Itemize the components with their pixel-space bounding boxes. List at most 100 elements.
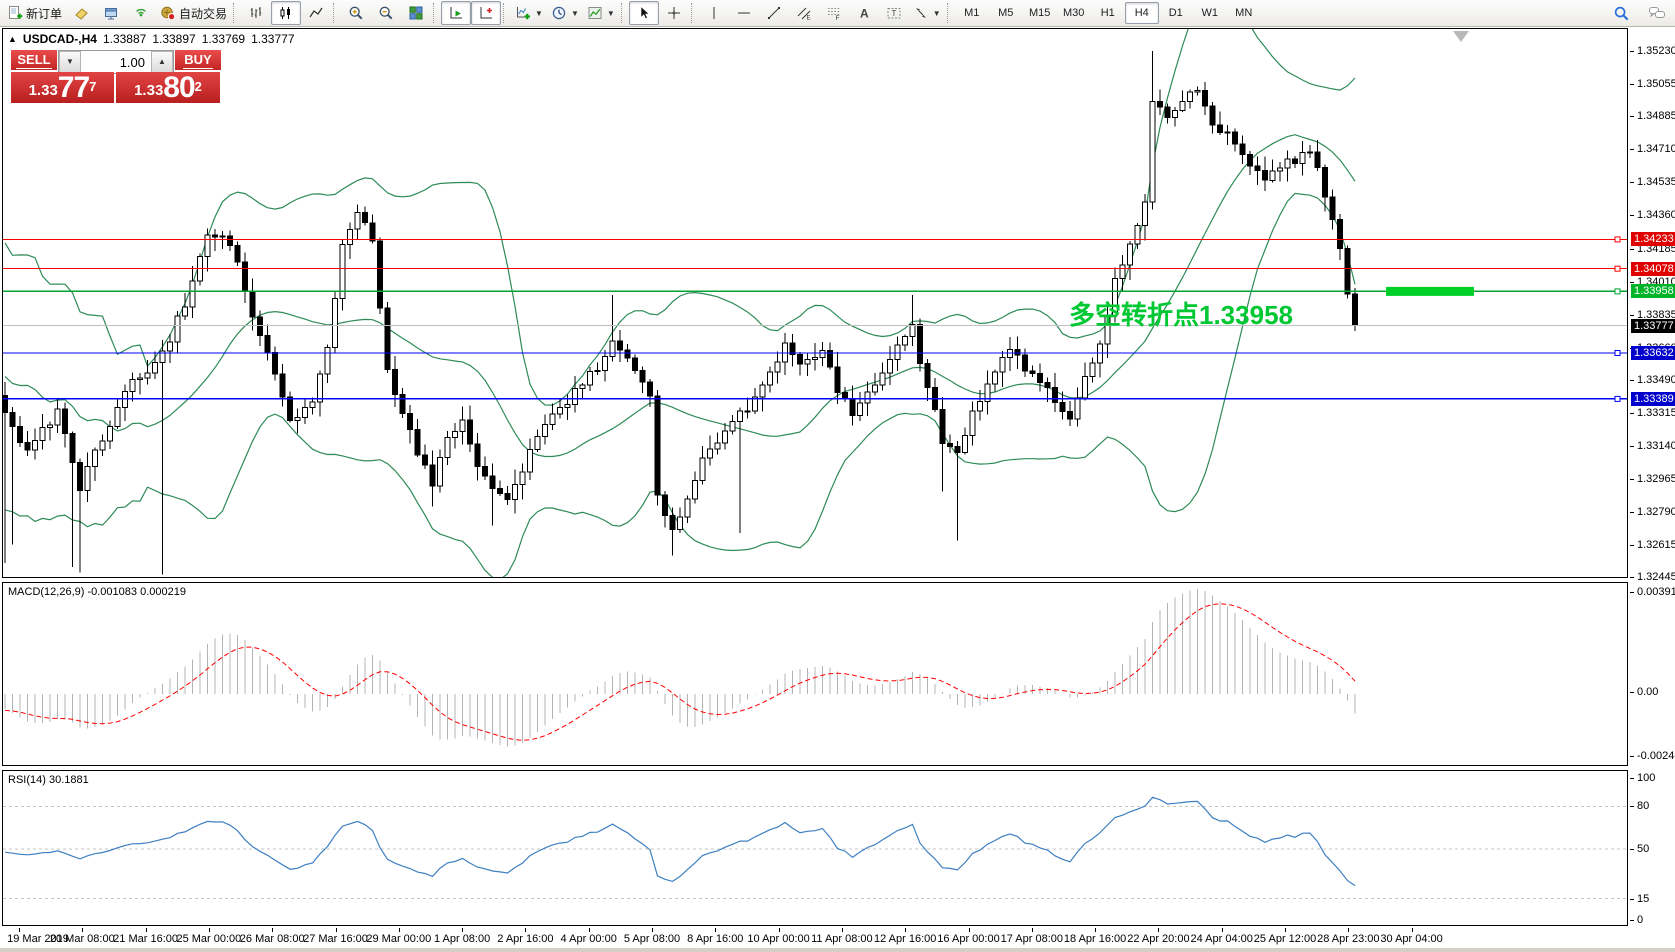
time-axis-label: 17 Apr 08:00 [1001,933,1063,945]
text-label-icon: T [886,5,902,21]
chat-button[interactable] [1642,1,1672,25]
candlestick-chart-button[interactable] [271,1,301,25]
signals-button[interactable] [126,1,156,25]
axis-tick-mark [1630,479,1634,480]
zoom-in-button[interactable] [341,1,371,25]
trendline-tool-button[interactable] [759,1,789,25]
ohlc-close: 1.33777 [251,32,294,46]
text-tool-button[interactable]: A [849,1,879,25]
collapse-triangle-icon[interactable]: ▲ [8,32,17,46]
period-clock-button[interactable]: ▼ [547,1,583,25]
axis-tick-label: 1.32965 [1637,473,1675,485]
search-button[interactable] [1606,1,1636,25]
timeframe-m15-button[interactable]: M15 [1023,2,1057,24]
cursor-tool-button[interactable] [629,1,659,25]
macd-axis[interactable]: 0.0039170.00-0.002465 [1630,582,1675,766]
macd-panel[interactable]: MACD(12,26,9) -0.001083 0.000219 [2,582,1628,766]
market-watch-button[interactable] [66,1,96,25]
sell-price-display[interactable]: 1.33 77 7 [11,72,114,103]
rsi-chart [3,771,1627,925]
ohlc-high: 1.33897 [152,32,195,46]
timeframe-h4-button[interactable]: H4 [1125,2,1159,24]
time-axis-tick-mark [779,928,780,932]
timeframe-d1-button[interactable]: D1 [1159,2,1193,24]
new-order-button[interactable]: 新订单 [3,1,66,25]
axis-tick-label: 1.34535 [1637,176,1675,188]
chart-shift-marker-icon[interactable] [1453,31,1469,42]
timeframe-mn-button[interactable]: MN [1227,2,1261,24]
candlestick-chart-icon [278,5,294,21]
timeframe-m5-button[interactable]: M5 [989,2,1023,24]
sell-price-big: 77 [58,74,89,102]
volume-input[interactable] [81,51,151,73]
sell-button[interactable]: SELL [11,50,57,72]
timeframe-h1-button[interactable]: H1 [1091,2,1125,24]
buy-price-sup: 2 [195,72,202,102]
candlestick-chart[interactable] [3,29,1627,577]
horizontal-line-tool-button[interactable] [729,1,759,25]
axis-tick-label: 1.34360 [1637,209,1675,221]
auto-trading-button[interactable]: 自动交易 [156,1,231,25]
time-axis[interactable]: 19 Mar 201920 Mar 08:0021 Mar 16:0025 Ma… [2,928,1628,948]
timeframe-m30-button[interactable]: M30 [1057,2,1091,24]
sell-price-sup: 7 [89,72,96,102]
bar-chart-button[interactable] [241,1,271,25]
zoom-out-button[interactable] [371,1,401,25]
axis-tick-mark [1630,413,1634,414]
timeframe-w1-button[interactable]: W1 [1193,2,1227,24]
axis-tick-mark [1630,380,1634,381]
chart-shift-button[interactable] [471,1,501,25]
fibonacci-tool-button[interactable]: F [819,1,849,25]
time-axis-label: 22 Apr 20:00 [1127,933,1189,945]
auto-scroll-button[interactable] [441,1,471,25]
time-axis-tick-mark [652,928,653,932]
data-window-button[interactable] [96,1,126,25]
tile-windows-button[interactable] [401,1,431,25]
time-axis-tick-mark [589,928,590,932]
toolbar-separator [621,3,627,23]
market-watch-icon [73,5,89,21]
axis-tick-mark [1630,592,1634,593]
buy-price-big: 80 [163,74,194,102]
axis-tick-mark [1630,756,1634,757]
price-axis-marker-label: 1.33632 [1631,346,1675,360]
time-axis-label: 20 Mar 08:00 [50,933,115,945]
vertical-line-tool-button[interactable] [699,1,729,25]
time-axis-label: 28 Apr 23:00 [1317,933,1379,945]
axis-tick-label: 1.33315 [1637,407,1675,419]
axis-tick-label: 0.003917 [1637,586,1675,598]
indicators-caret-icon: ▼ [607,9,615,18]
line-chart-button[interactable] [301,1,331,25]
time-axis-label: 2 Apr 16:00 [497,933,553,945]
buy-price-display[interactable]: 1.33 80 2 [116,72,220,103]
indicators-button[interactable]: ▼ [583,1,619,25]
rsi-axis[interactable]: 1008050150 [1630,770,1675,926]
timeframe-m1-button[interactable]: M1 [955,2,989,24]
volume-up-button[interactable]: ▲ [151,51,173,73]
crosshair-tool-button[interactable] [659,1,689,25]
volume-down-button[interactable]: ▼ [59,51,81,73]
axis-tick-mark [1630,282,1634,283]
time-axis-label: 12 Apr 16:00 [874,933,936,945]
macd-chart [3,583,1627,765]
axis-tick-mark [1630,778,1634,779]
vertical-line-icon [706,5,722,21]
price-axis[interactable]: 1.352301.350551.348851.347101.345351.343… [1630,28,1675,578]
equidistant-channel-icon: E [796,5,812,21]
channel-tool-button[interactable]: E [789,1,819,25]
toolbar-separator [233,3,239,23]
tile-windows-icon [408,5,424,21]
chart-annotation-text[interactable]: 多空转折点1.33958 [1069,295,1293,332]
main-toolbar: 新订单 自动交易 ▼ ▼ [0,0,1675,27]
new-chart-button[interactable]: ▼ [511,1,547,25]
svg-text:F: F [835,15,839,21]
rsi-label: RSI(14) 30.1881 [8,774,89,786]
axis-tick-mark [1630,577,1634,578]
buy-button[interactable]: BUY [175,50,221,72]
rsi-panel[interactable]: RSI(14) 30.1881 [2,770,1628,926]
arrows-tool-button[interactable]: ▼ [909,1,945,25]
text-label-tool-button[interactable]: T [879,1,909,25]
main-chart-panel[interactable]: ▲ USDCAD-,H4 1.33887 1.33897 1.33769 1.3… [2,28,1628,578]
arrows-caret-icon: ▼ [933,9,941,18]
new-order-icon [7,5,23,21]
